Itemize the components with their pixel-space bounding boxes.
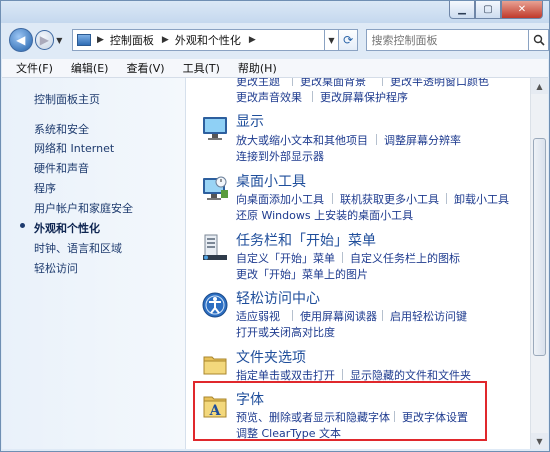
address-dropdown-button[interactable]: ▼	[325, 29, 339, 51]
scrollbar-thumb[interactable]	[533, 138, 546, 356]
sidebar-item-user-accounts[interactable]: 用户帐户和家庭安全	[34, 200, 133, 216]
desktop-gadgets-icon	[203, 176, 228, 200]
breadcrumb-appearance[interactable]: 外观和个性化	[175, 32, 241, 48]
menu-edit[interactable]: 编辑(E)	[71, 60, 109, 76]
taskbar-start-menu-icon	[203, 234, 227, 260]
link-divider	[342, 369, 343, 380]
link-change-glass-color[interactable]: 更改半透明窗口颜色	[390, 78, 489, 89]
link-add-gadgets[interactable]: 向桌面添加小工具	[236, 191, 324, 207]
sidebar: 控制面板主页 系统和安全 网络和 Internet 硬件和声音 程序 用户帐户和…	[2, 78, 186, 449]
link-divider	[376, 134, 377, 145]
breadcrumb-separator-icon[interactable]: ▶	[162, 35, 169, 45]
link-ease-of-access-keys[interactable]: 启用轻松访问键	[390, 308, 467, 324]
link-start-menu-picture[interactable]: 更改「开始」菜单上的图片	[236, 266, 368, 282]
menu-file[interactable]: 文件(F)	[16, 60, 53, 76]
link-screen-reader[interactable]: 使用屏幕阅读器	[300, 308, 377, 324]
refresh-button[interactable]: ⟳	[338, 29, 359, 51]
menu-help[interactable]: 帮助(H)	[238, 60, 277, 76]
scroll-down-button[interactable]: ▼	[531, 433, 548, 449]
link-change-screensaver[interactable]: 更改屏幕保护程序	[320, 89, 408, 105]
menu-bar: 文件(F) 编辑(E) 查看(V) 工具(T) 帮助(H)	[2, 59, 548, 78]
vertical-scrollbar[interactable]: ▲ ▼	[530, 78, 548, 449]
category-title-gadgets[interactable]: 桌面小工具	[236, 171, 306, 191]
link-text-size[interactable]: 放大或缩小文本和其他项目	[236, 132, 368, 148]
link-restore-gadgets[interactable]: 还原 Windows 上安装的桌面小工具	[236, 207, 413, 223]
refresh-icon: ⟳	[343, 33, 354, 47]
close-button[interactable]: ✕	[501, 1, 543, 19]
breadcrumb-separator-icon[interactable]: ▶	[97, 35, 104, 45]
link-change-sounds[interactable]: 更改声音效果	[236, 89, 302, 105]
category-title-folder-options[interactable]: 文件夹选项	[236, 347, 306, 367]
search-button[interactable]	[529, 29, 550, 51]
sidebar-item-programs[interactable]: 程序	[34, 180, 56, 196]
link-get-more-gadgets[interactable]: 联机获取更多小工具	[340, 191, 439, 207]
address-row: ◀ ▶ ▼ ▶ 控制面板 ▶ 外观和个性化 ▶ ▼ ⟳	[1, 25, 550, 55]
link-high-contrast[interactable]: 打开或关闭高对比度	[236, 324, 335, 340]
back-arrow-icon: ◀	[16, 33, 26, 47]
display-monitor-icon	[203, 117, 227, 140]
link-divider	[292, 78, 293, 86]
link-change-theme[interactable]: 更改主题	[236, 78, 280, 89]
forward-button[interactable]: ▶	[34, 30, 55, 50]
sidebar-item-clock-language[interactable]: 时钟、语言和区域	[34, 240, 122, 256]
sidebar-item-hardware-sound[interactable]: 硬件和声音	[34, 160, 89, 176]
fonts-highlight-box	[193, 381, 487, 441]
link-divider	[292, 310, 293, 321]
sidebar-item-ease-of-access[interactable]: 轻松访问	[34, 260, 78, 276]
control-panel-icon	[77, 34, 91, 46]
sidebar-item-network[interactable]: 网络和 Internet	[34, 140, 114, 156]
link-resolution[interactable]: 调整屏幕分辨率	[384, 132, 461, 148]
search-input[interactable]	[366, 29, 530, 51]
sidebar-item-label: 外观和个性化	[34, 222, 100, 235]
link-low-vision[interactable]: 适应弱视	[236, 308, 280, 324]
sidebar-item-system-security[interactable]: 系统和安全	[34, 121, 89, 137]
forward-arrow-icon: ▶	[39, 33, 50, 47]
address-bar[interactable]: ▶ 控制面板 ▶ 外观和个性化 ▶	[72, 29, 326, 51]
ease-of-access-icon	[202, 292, 228, 318]
breadcrumb-control-panel[interactable]: 控制面板	[110, 32, 154, 48]
link-uninstall-gadgets[interactable]: 卸载小工具	[454, 191, 509, 207]
maximize-button[interactable]: ▢	[475, 1, 501, 19]
minimize-button[interactable]: ▁	[449, 1, 475, 19]
category-title-display[interactable]: 显示	[236, 111, 264, 131]
link-external-display[interactable]: 连接到外部显示器	[236, 148, 324, 164]
link-divider	[312, 91, 313, 102]
scroll-up-button[interactable]: ▲	[531, 78, 548, 94]
link-divider	[332, 193, 333, 204]
link-customize-start-menu[interactable]: 自定义「开始」菜单	[236, 250, 335, 266]
search-icon	[533, 34, 545, 46]
link-change-background[interactable]: 更改桌面背景	[300, 78, 366, 89]
window-controls: ▁ ▢ ✕	[449, 1, 543, 19]
link-divider	[446, 193, 447, 204]
current-bullet-icon	[20, 223, 25, 228]
sidebar-item-appearance[interactable]: 外观和个性化	[20, 220, 100, 236]
link-divider	[342, 252, 343, 263]
link-customize-taskbar-icons[interactable]: 自定义任务栏上的图标	[350, 250, 460, 266]
link-divider	[382, 310, 383, 321]
menu-view[interactable]: 查看(V)	[126, 60, 164, 76]
breadcrumb-separator-icon[interactable]: ▶	[249, 35, 256, 45]
recent-pages-dropdown[interactable]: ▼	[56, 36, 68, 45]
control-panel-window: ▁ ▢ ✕ ◀ ▶ ▼ ▶ 控制面板 ▶ 外观和个性化 ▶ ▼ ⟳ 文件(F) …	[0, 0, 550, 452]
back-button[interactable]: ◀	[9, 28, 33, 52]
menu-tools[interactable]: 工具(T)	[183, 60, 220, 76]
folder-options-icon	[203, 356, 227, 375]
link-divider	[382, 78, 383, 86]
sidebar-home-link[interactable]: 控制面板主页	[34, 91, 100, 107]
category-title-ease-of-access[interactable]: 轻松访问中心	[236, 288, 320, 308]
category-title-taskbar[interactable]: 任务栏和「开始」菜单	[236, 230, 376, 250]
